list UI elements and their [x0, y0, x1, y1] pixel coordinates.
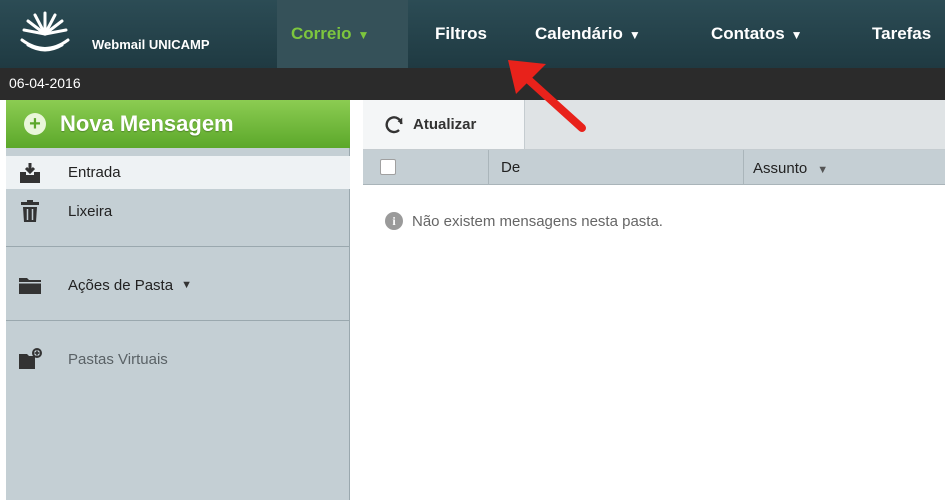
nav-tarefas[interactable]: Tarefas: [858, 0, 945, 68]
chevron-down-icon: ▼: [817, 164, 829, 176]
nav-contatos-label: Contatos: [711, 24, 785, 43]
nav-calendario[interactable]: Calendário ▼: [521, 0, 655, 68]
plus-icon: +: [24, 113, 46, 135]
chevron-down-icon: ▼: [357, 28, 370, 42]
folder-actions-label: Ações de Pasta: [68, 276, 174, 294]
nav-filtros-label: Filtros: [435, 24, 487, 43]
logo[interactable]: Webmail UNICAMP: [0, 0, 273, 68]
column-subject-label: Assunto: [753, 160, 808, 177]
empty-folder-notice: i Não existem mensagens nesta pasta.: [385, 212, 663, 230]
virtual-folders[interactable]: Pastas Virtuais: [6, 342, 350, 376]
inbox-icon: [20, 162, 40, 183]
new-message-label: Nova Mensagem: [60, 111, 234, 136]
sidebar: + Nova Mensagem Entrada Lixeira Ações de…: [6, 100, 350, 500]
nav-correio[interactable]: Correio ▼: [277, 0, 408, 68]
divider: [6, 246, 350, 247]
divider: [6, 320, 350, 321]
column-separator: [488, 150, 489, 185]
folder-lixeira[interactable]: Lixeira: [6, 196, 350, 226]
current-date: 06-04-2016: [9, 75, 81, 91]
virtual-folders-label: Pastas Virtuais: [68, 350, 168, 368]
column-from[interactable]: De: [501, 159, 520, 176]
nav-calendario-label: Calendário: [535, 24, 623, 43]
folder-entrada[interactable]: Entrada: [6, 156, 350, 189]
chevron-down-icon: ▼: [790, 28, 803, 42]
message-list-panel: Atualizar De Assunto ▼ i Não existem mens…: [363, 100, 945, 500]
column-subject[interactable]: Assunto ▼: [753, 160, 828, 177]
nav-contatos[interactable]: Contatos ▼: [697, 0, 817, 68]
toolbar: Atualizar: [363, 100, 945, 150]
folder-entrada-label: Entrada: [68, 164, 121, 181]
empty-folder-message: Não existem mensagens nesta pasta.: [412, 212, 663, 230]
date-bar: 06-04-2016: [0, 68, 945, 100]
add-folder-icon: [19, 348, 42, 369]
nav-correio-label: Correio: [291, 24, 352, 43]
refresh-label: Atualizar: [413, 116, 477, 133]
refresh-button[interactable]: Atualizar: [363, 100, 525, 149]
column-header: De Assunto ▼: [363, 150, 945, 185]
chevron-down-icon: ▼: [181, 279, 192, 291]
refresh-icon: [385, 115, 403, 133]
info-icon: i: [385, 212, 403, 230]
trash-icon: [21, 200, 39, 222]
column-separator: [743, 150, 744, 185]
top-navigation-bar: Webmail UNICAMP Correio ▼ Filtros Calend…: [0, 0, 945, 68]
unicamp-logo-icon: [20, 11, 70, 52]
nav-tarefas-label: Tarefas: [872, 24, 932, 43]
chevron-down-icon: ▼: [628, 28, 641, 42]
folder-icon: [19, 278, 41, 294]
folder-actions-menu[interactable]: Ações de Pasta ▼: [6, 268, 350, 302]
nav-filtros[interactable]: Filtros: [421, 0, 501, 68]
new-message-button[interactable]: + Nova Mensagem: [6, 100, 350, 148]
folder-lixeira-label: Lixeira: [68, 202, 113, 220]
select-all-checkbox[interactable]: [380, 159, 396, 175]
brand-name: Webmail UNICAMP: [92, 36, 210, 52]
